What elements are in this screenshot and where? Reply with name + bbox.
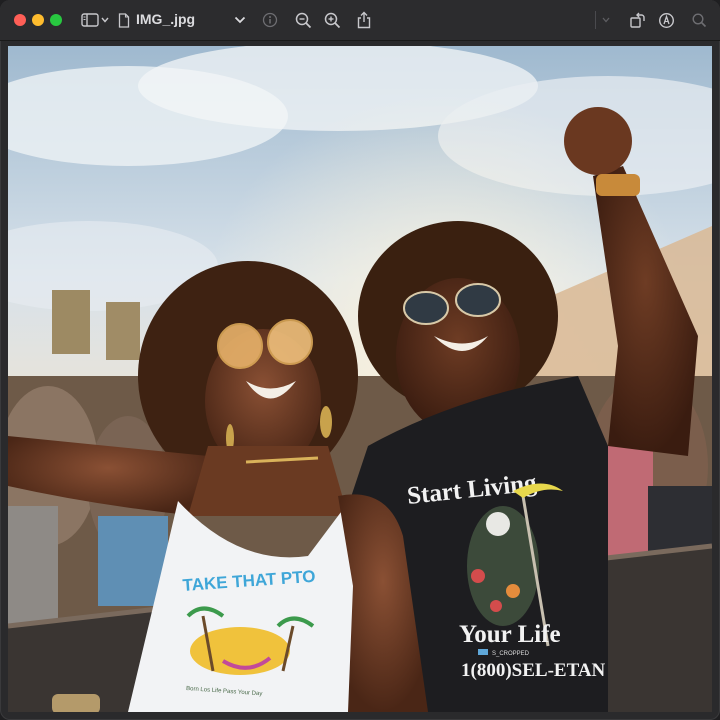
minimize-button[interactable] [32, 14, 44, 26]
document-icon [118, 12, 130, 28]
toolbar: IMG_.jpg [0, 0, 720, 41]
search-button[interactable] [689, 10, 709, 30]
document-proxy-icon-button[interactable] [117, 10, 131, 30]
window-title[interactable]: IMG_.jpg [136, 11, 195, 27]
image-viewer[interactable]: Start Living Your Life S_CROPPED 1(800)S… [8, 46, 712, 712]
markup-icon [658, 12, 674, 28]
rotate-button[interactable] [627, 10, 647, 30]
title-menu-chevron-icon [234, 16, 246, 24]
sidebar-toggle-button[interactable] [80, 10, 100, 30]
preview-window: IMG_.jpg Start Living Your Life S_CROPPE… [0, 0, 720, 720]
zoom-in-button[interactable] [322, 10, 342, 30]
close-button[interactable] [14, 14, 26, 26]
share-icon [357, 11, 371, 29]
info-button[interactable] [260, 10, 280, 30]
chevron-down-icon [101, 17, 109, 23]
shirt-right-line2: Your Life [459, 621, 561, 648]
shirt-right-tag: S_CROPPED [492, 651, 530, 657]
chevron-down-icon [602, 17, 610, 23]
markup-button[interactable] [656, 10, 676, 30]
rotate-icon [629, 12, 645, 28]
info-icon [262, 12, 278, 28]
zoom-in-icon [324, 12, 340, 28]
maximize-button[interactable] [50, 14, 62, 26]
shirt-right-phone: 1(800)SEL-ETAN [461, 660, 606, 681]
photo: Start Living Your Life S_CROPPED 1(800)S… [8, 46, 712, 712]
zoom-out-icon [295, 12, 311, 28]
search-icon [691, 12, 706, 27]
sidebar-toggle-icon [81, 13, 99, 27]
zoom-out-button[interactable] [293, 10, 313, 30]
overflow-menu-button[interactable] [600, 10, 612, 30]
sidebar-menu-button[interactable] [100, 10, 110, 30]
share-button[interactable] [354, 10, 374, 30]
toolbar-divider [595, 11, 596, 29]
title-menu-button[interactable] [232, 10, 248, 30]
